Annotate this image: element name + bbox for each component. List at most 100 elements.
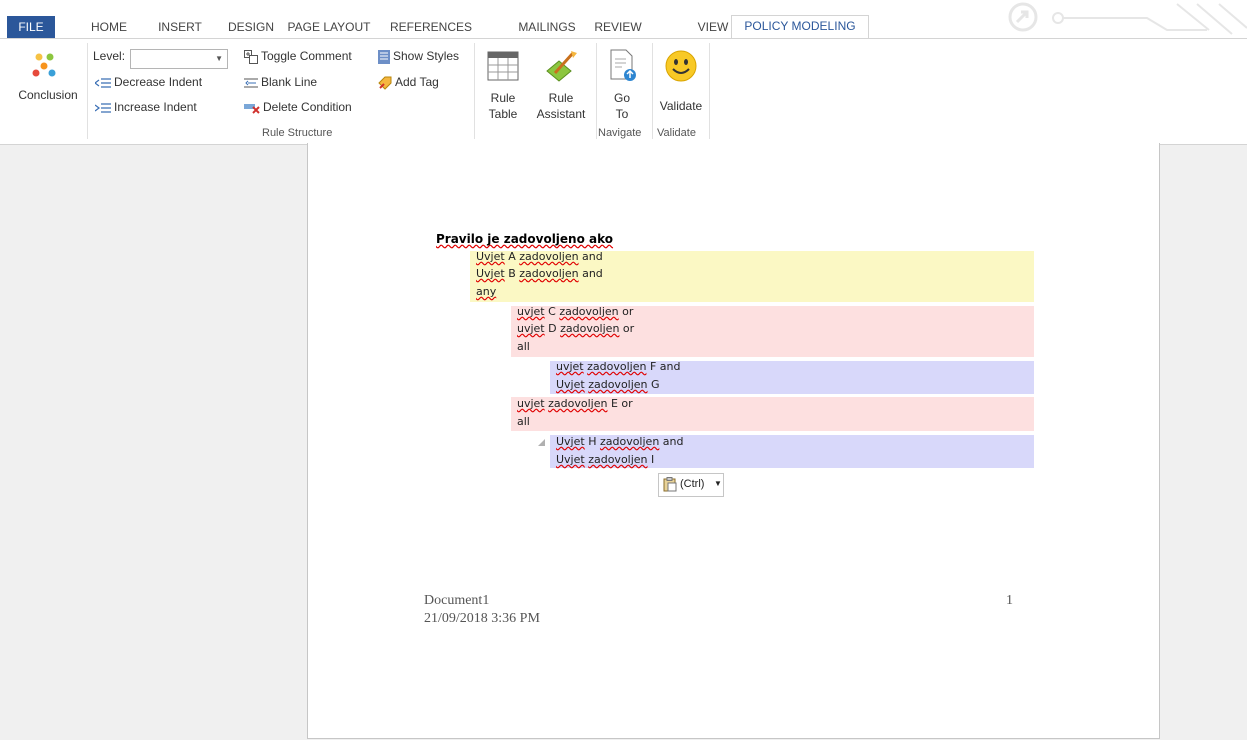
tab-insert[interactable]: INSERT [151,17,209,38]
footer-document-name: Document1 [424,593,490,608]
word: F and [646,360,681,373]
toggle-comment-icon [244,49,258,64]
word: all [517,340,530,353]
page-number: 1 [1006,593,1013,608]
condition-line[interactable]: any [476,283,496,300]
ribbon-separator [474,43,475,139]
condition-line[interactable]: uvjet zadovoljen F and [556,358,680,375]
word: I [647,453,655,466]
rule-table-label-2: Table [488,107,518,121]
tab-references[interactable]: REFERENCES [383,17,479,38]
conclusion-icon [32,53,56,77]
go-to-label-1: Go [613,91,630,105]
footer-date: 21/09/2018 3:36 PM [424,611,540,626]
rule-heading[interactable]: Pravilo je zadovoljeno ako [436,232,613,246]
word: uvjet [517,305,545,318]
ribbon-tab-bar: FILE HOME INSERT DESIGN PAGE LAYOUT REFE… [0,0,1247,39]
word: zadovoljen [588,453,648,466]
word: Uvjet [476,267,505,280]
condition-line[interactable]: uvjet D zadovoljen or [517,320,634,337]
word: zadovoljen [519,250,579,263]
condition-line[interactable]: all [517,413,530,430]
go-to-button[interactable]: Go To [600,47,644,127]
tag-icon [378,76,392,90]
word: Uvjet [556,435,585,448]
collapse-triangle-icon[interactable] [538,439,546,447]
condition-line[interactable]: Uvjet A zadovoljen and [476,248,603,265]
level-dropdown[interactable]: ▼ [130,49,228,69]
rule-heading-text: Pravilo je zadovoljeno ako [436,232,614,246]
word: B [504,267,520,280]
condition-line[interactable]: Uvjet H zadovoljen and [556,433,684,450]
add-tag-button[interactable]: Add Tag [378,75,439,90]
rule-assistant-label-1: Rule [548,91,574,105]
word: C [544,305,560,318]
paste-options-button[interactable]: (Ctrl) ▼ [658,473,724,497]
chevron-down-icon: ▼ [215,54,223,63]
tab-policy-modeling[interactable]: POLICY MODELING [731,15,869,39]
word: Uvjet [476,250,505,263]
toggle-comment-button[interactable]: Toggle Comment [244,49,352,64]
smiley-icon [665,50,697,82]
decorative-circuit-pattern [1008,2,1247,35]
conclusion-button[interactable]: Conclusion [10,47,86,107]
word: E or [607,397,633,410]
word: zadovoljen [599,435,660,448]
rule-table-button[interactable]: Rule Table [480,47,526,127]
tab-view[interactable]: VIEW [690,17,736,38]
tab-home[interactable]: HOME [84,17,134,38]
tab-page-layout[interactable]: PAGE LAYOUT [286,17,372,38]
delete-condition-button[interactable]: Delete Condition [244,100,352,114]
validate-label: Validate [659,99,703,113]
rule-assistant-button[interactable]: Rule Assistant [530,47,592,127]
toggle-comment-label: Toggle Comment [261,49,352,63]
clipboard-icon [663,477,677,492]
ribbon-separator [709,43,710,139]
rule-assistant-icon [546,51,577,82]
word: or [619,322,635,335]
go-to-icon [610,49,636,81]
word: zadovoljen [519,267,579,280]
show-styles-button[interactable]: Show Styles [378,49,459,64]
word: A [504,250,520,263]
word: zadovoljen [587,360,647,373]
validate-button[interactable]: Validate [654,47,708,127]
conclusion-label: Conclusion [18,88,78,102]
word: D [544,322,561,335]
condition-line[interactable]: uvjet C zadovoljen or [517,303,633,320]
decrease-indent-button[interactable]: Decrease Indent [95,75,202,89]
increase-indent-button[interactable]: Increase Indent [95,100,197,114]
word: or [618,305,634,318]
increase-indent-icon [95,103,111,113]
blank-line-icon [244,78,258,88]
tab-design[interactable]: DESIGN [224,17,278,38]
condition-line[interactable]: uvjet zadovoljen E or [517,395,633,412]
chevron-down-icon: ▼ [714,479,722,488]
condition-line[interactable]: Uvjet B zadovoljen and [476,265,603,282]
rule-assistant-label-2: Assistant [536,107,586,121]
word: uvjet [517,322,545,335]
add-tag-label: Add Tag [395,75,439,89]
policy-modeling-ribbon: Conclusion Level: ▼ Decrease Indent Incr… [0,38,1247,145]
tab-review[interactable]: REVIEW [590,17,646,38]
word: and [578,250,603,263]
table-icon [487,51,519,81]
tab-file[interactable]: FILE [7,16,55,38]
paste-options-label: (Ctrl) [680,478,705,490]
delete-condition-icon [244,103,260,114]
ribbon-separator [87,43,88,139]
level-label: Level: [93,49,126,63]
condition-line[interactable]: Uvjet zadovoljen G [556,376,660,393]
word: Uvjet [556,378,585,391]
group-label-validate: Validate [657,127,696,139]
go-to-label-2: To [615,107,629,121]
document-page[interactable]: Pravilo je zadovoljeno ako Uvjet A zadov… [307,143,1160,739]
delete-condition-label: Delete Condition [263,100,352,114]
word: and [659,435,684,448]
ribbon-separator [596,43,597,139]
condition-line[interactable]: all [517,338,530,355]
tab-mailings[interactable]: MAILINGS [512,17,582,38]
condition-line[interactable]: Uvjet zadovoljen I [556,451,654,468]
blank-line-button[interactable]: Blank Line [244,75,317,89]
word: zadovoljen [559,305,619,318]
